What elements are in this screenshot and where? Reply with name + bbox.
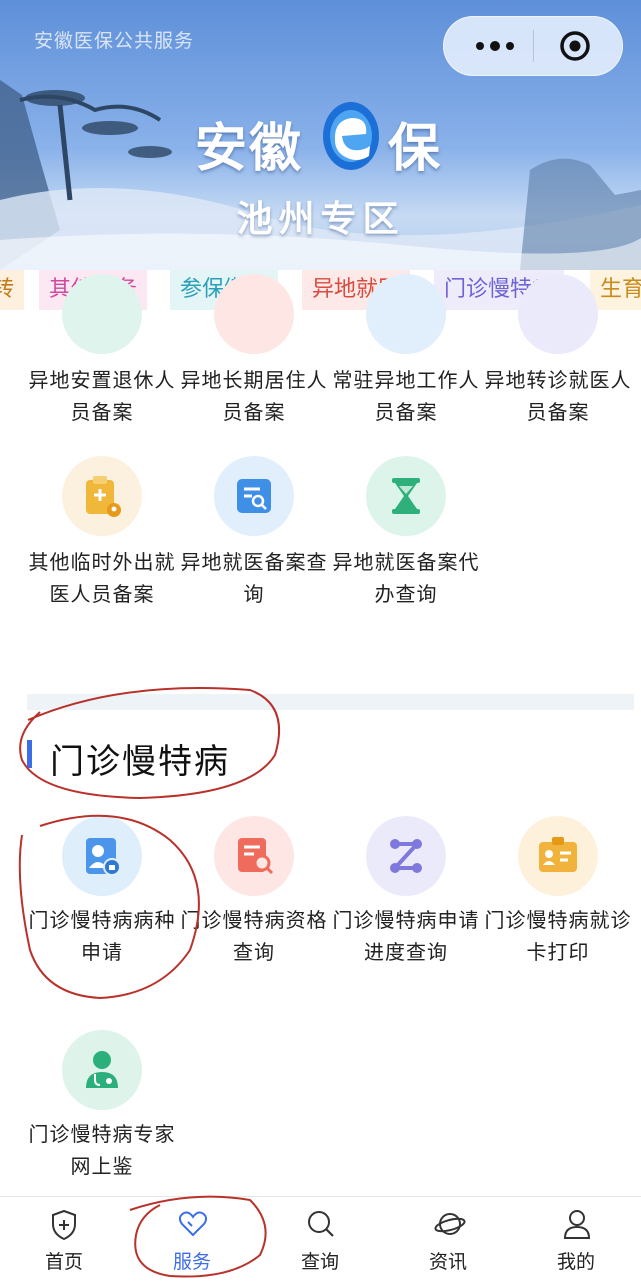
nav-home[interactable]: 首页 bbox=[0, 1197, 128, 1281]
nav-service-label: 服务 bbox=[172, 1251, 211, 1273]
bottom-navigation: 首页 服务 查询 资讯 我的 bbox=[0, 1196, 641, 1281]
nav-service[interactable]: 服务 bbox=[128, 1197, 256, 1281]
nav-query-label: 查询 bbox=[300, 1251, 339, 1273]
progress-nodes-icon bbox=[390, 839, 422, 873]
service-chronic-eligibility[interactable] bbox=[214, 816, 294, 896]
header-banner: 安徽医保公共服务 安徽 保 池州专区 bbox=[0, 0, 641, 270]
nav-home-label: 首页 bbox=[44, 1251, 83, 1273]
brand-title-right: 保 bbox=[388, 119, 443, 179]
service-label-chronic-expert[interactable]: 门诊慢特病专家网上鉴 bbox=[26, 1118, 178, 1182]
service-label-remote-record-query[interactable]: 异地就医备案查询 bbox=[178, 546, 330, 610]
planet-icon bbox=[434, 1213, 466, 1235]
mini-program-title: 安徽医保公共服务 bbox=[34, 30, 195, 52]
service-label-chronic-eligibility[interactable]: 门诊慢特病资格查询 bbox=[178, 904, 330, 968]
service-label-chronic-apply[interactable]: 门诊慢特病病种申请 bbox=[26, 904, 178, 968]
section-title-chronic: 门诊慢特病 bbox=[50, 742, 230, 782]
service-label-chronic-progress[interactable]: 门诊慢特病申请进度查询 bbox=[330, 904, 482, 968]
clipboard-plus-icon bbox=[86, 476, 121, 517]
section-divider bbox=[27, 694, 634, 710]
nav-news-label: 资讯 bbox=[428, 1251, 467, 1273]
service-label-remote-long-term[interactable]: 异地长期居住人员备案 bbox=[178, 364, 330, 428]
search-icon bbox=[308, 1211, 334, 1237]
nav-query[interactable]: 查询 bbox=[256, 1197, 384, 1281]
service-remote-agent-query[interactable] bbox=[366, 456, 446, 536]
service-chronic-progress[interactable] bbox=[366, 816, 446, 896]
document-search-icon bbox=[238, 838, 274, 875]
nav-profile-label: 我的 bbox=[556, 1251, 595, 1273]
heart-icon bbox=[178, 1211, 208, 1237]
service-label-remote-retiree[interactable]: 异地安置退休人员备案 bbox=[26, 364, 178, 428]
service-label-remote-agent-query[interactable]: 异地就医备案代办查询 bbox=[330, 546, 482, 610]
service-other-temporary[interactable] bbox=[62, 456, 142, 536]
mini-program-capsule bbox=[443, 16, 623, 76]
brand-e-logo-icon bbox=[323, 102, 379, 170]
service-label-remote-worker[interactable]: 常驻异地工作人员备案 bbox=[330, 364, 482, 428]
document-search-icon bbox=[237, 479, 271, 513]
nav-profile[interactable]: 我的 bbox=[512, 1197, 640, 1281]
capsule-divider bbox=[533, 30, 534, 62]
person-card-icon bbox=[86, 838, 121, 876]
service-label-chronic-card-print[interactable]: 门诊慢特病就诊卡打印 bbox=[482, 904, 634, 968]
hourglass-icon bbox=[392, 478, 420, 514]
doctor-icon bbox=[86, 1051, 118, 1088]
service-chronic-apply[interactable] bbox=[62, 816, 142, 896]
brand-title-left: 安徽 bbox=[195, 119, 304, 179]
service-remote-record-query[interactable] bbox=[214, 456, 294, 536]
service-label-remote-referral[interactable]: 异地转诊就医人员备案 bbox=[482, 364, 634, 428]
tab-bar-overlay bbox=[0, 270, 641, 318]
section-accent-bar bbox=[27, 740, 32, 768]
nav-news[interactable]: 资讯 bbox=[384, 1197, 512, 1281]
id-card-icon bbox=[539, 837, 577, 872]
zone-title: 池州专区 bbox=[236, 199, 405, 240]
service-chronic-expert[interactable] bbox=[62, 1030, 142, 1110]
close-mini-program-icon[interactable] bbox=[559, 30, 591, 62]
service-label-other-temporary[interactable]: 其他临时外出就医人员备案 bbox=[26, 546, 178, 610]
more-icon[interactable] bbox=[465, 26, 525, 66]
user-icon bbox=[563, 1210, 591, 1239]
service-chronic-card-print[interactable] bbox=[518, 816, 598, 896]
shield-plus-icon bbox=[52, 1209, 76, 1241]
